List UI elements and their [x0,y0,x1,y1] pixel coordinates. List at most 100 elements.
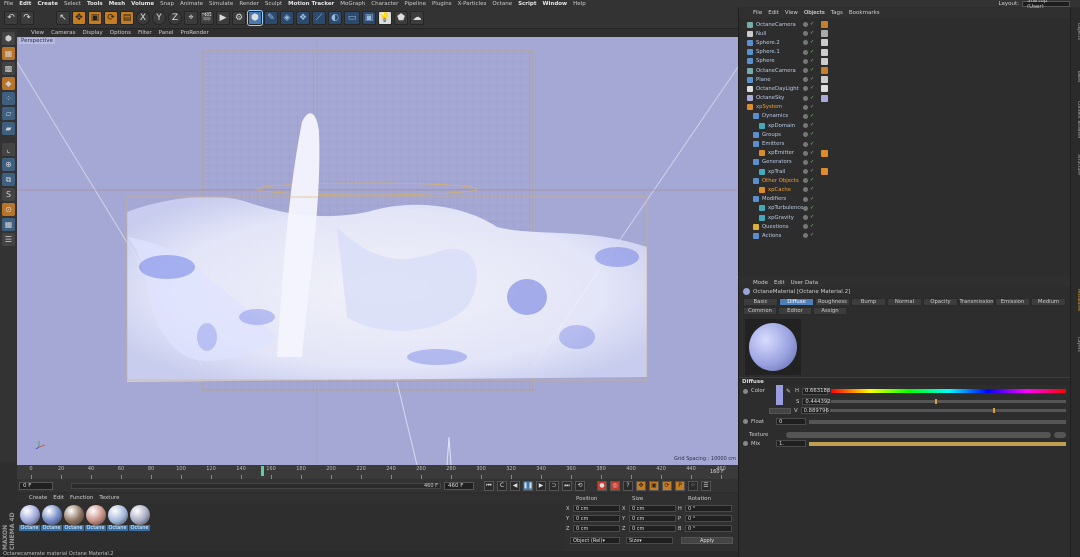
visibility-flags[interactable]: ✓ [803,58,815,64]
tab-opacity[interactable]: Opacity [923,298,958,306]
viewport-menu-cameras[interactable]: Cameras [51,30,75,36]
next-key-icon[interactable]: ⊃ [549,480,559,491]
axis-mode-icon[interactable]: ⌞ [2,143,15,156]
object-row[interactable]: Actions ✓ [739,231,1070,240]
deformer-icon[interactable]: ⟋ [312,10,326,25]
object-tag-icon[interactable] [821,149,828,157]
object-row[interactable]: xpDomain ✓ [739,121,1070,130]
menu-animate[interactable]: Animate [180,1,203,7]
right-tab-takes[interactable]: Takes [1071,56,1080,96]
menu-mograph[interactable]: MoGraph [340,1,365,7]
object-row[interactable]: Modifiers ✓ [739,195,1070,204]
visibility-flags[interactable]: ✓ [803,40,815,46]
render-view-icon[interactable]: 🎬 [200,10,214,25]
tab-editor[interactable]: Editor [778,307,812,315]
visibility-flags[interactable]: ✓ [803,233,815,239]
object-row[interactable]: Questions ✓ [739,222,1070,231]
visibility-flags[interactable]: ✓ [803,150,815,156]
viewport-menu-display[interactable]: Display [83,30,103,36]
frame-range-slider[interactable]: 460 F [71,482,441,489]
parameter-key-icon[interactable]: P [675,480,685,491]
menu-volume[interactable]: Volume [131,1,154,7]
right-tab-layers[interactable]: Layers [1071,324,1080,364]
material-menu-function[interactable]: Function [70,495,93,501]
object-menu-file[interactable]: File [753,10,762,16]
tab-basic[interactable]: Basic [743,298,778,306]
previous-key-icon[interactable]: C [497,480,507,491]
menu-mesh[interactable]: Mesh [109,1,125,7]
visibility-flags[interactable]: ✓ [803,113,815,119]
texture-menu-button[interactable] [1054,431,1066,438]
object-menu-objects[interactable]: Objects [804,10,825,16]
viewport-menu-options[interactable]: Options [110,30,131,36]
rotate-tool-icon[interactable]: ⟳ [104,10,118,25]
size-field[interactable]: 0 cm [629,505,676,512]
object-row[interactable]: xpCache ✓ [739,185,1070,194]
material-thumbnail[interactable]: Octane [85,505,106,535]
visibility-flags[interactable]: ✓ [803,169,815,175]
menu-sculpt[interactable]: Sculpt [265,1,282,7]
z-axis-icon[interactable]: Z [168,10,182,25]
value-slider[interactable] [829,408,1066,413]
texture-slot[interactable] [786,431,1051,438]
model-mode-icon[interactable]: ▦ [2,47,15,60]
cube-icon[interactable]: ⬢ [247,9,263,26]
object-row[interactable]: Other Objects ✓ [739,176,1070,185]
texture-mode-icon[interactable]: ▩ [2,62,15,75]
octane-icon[interactable]: ⬟ [394,10,408,25]
object-row[interactable]: OctaneCamera ✓ [739,20,1070,29]
rotation-field[interactable]: 0 ° [685,525,732,532]
make-editable-icon[interactable]: ⬢ [2,32,15,45]
object-tag-icon[interactable] [821,85,828,93]
material-thumbnail[interactable]: Octane [129,505,150,535]
object-tag-icon[interactable] [821,168,828,176]
size-field[interactable]: 0 cm [629,525,676,532]
menu-edit[interactable]: Edit [19,1,31,7]
visibility-flags[interactable]: ✓ [803,159,815,165]
tab-roughness[interactable]: Roughness [815,298,850,306]
menu-snap[interactable]: Snap [160,1,174,7]
keyframe-selection-icon[interactable]: ? [623,480,633,491]
visibility-flags[interactable]: ✓ [803,31,815,37]
visibility-flags[interactable]: ✓ [803,215,815,221]
menu-simulate[interactable]: Simulate [209,1,233,7]
right-tab-structure[interactable]: Structure [1071,144,1080,184]
object-row[interactable]: xpEmitter ✓ [739,149,1070,158]
go-to-end-icon[interactable]: ⏭ [562,480,572,491]
tab-assign[interactable]: Assign [813,307,847,315]
layout-selector[interactable]: Layout: Startup (User) [998,0,1070,10]
object-row[interactable]: Sphere.2 ✓ [739,38,1070,47]
material-menu-edit[interactable]: Edit [53,495,64,501]
select-tool-icon[interactable]: ↖ [56,10,70,25]
saturation-slider[interactable] [831,399,1066,404]
environment-icon[interactable]: ◐ [328,10,342,25]
position-field[interactable]: 0 cm [573,505,620,512]
object-row[interactable]: xpTrail ✓ [739,167,1070,176]
menu-pipeline[interactable]: Pipeline [404,1,426,7]
visibility-flags[interactable]: ✓ [803,68,815,74]
hue-slider[interactable] [830,389,1066,393]
tweak-icon[interactable]: ⊕ [2,158,15,171]
menu-tools[interactable]: Tools [87,1,103,7]
object-row[interactable]: OctaneSky ✓ [739,94,1070,103]
object-row[interactable]: xpSystem ✓ [739,103,1070,112]
object-row[interactable]: Sphere.1 ✓ [739,48,1070,57]
play-icon[interactable]: ❚❚ [523,480,533,491]
max-frame-field[interactable]: 460 F [444,481,474,490]
menu-character[interactable]: Character [371,1,398,7]
tab-common[interactable]: Common [743,307,777,315]
object-tag-icon[interactable] [821,21,828,29]
attribute-menu-edit[interactable]: Edit [774,280,785,286]
object-menu-view[interactable]: View [785,10,798,16]
visibility-flags[interactable]: ✓ [803,141,815,147]
tab-emission[interactable]: Emission [995,298,1030,306]
material-thumbnail[interactable]: Octane [19,505,40,535]
viewport[interactable]: Perspective Grid Spacing : 10000 cm [17,37,738,465]
object-tag-icon[interactable] [821,30,828,38]
visibility-flags[interactable]: ✓ [803,77,815,83]
mix-field[interactable]: 1. [776,440,806,447]
object-row[interactable]: xpGravity ✓ [739,213,1070,222]
undo-icon[interactable]: ↶ [4,10,18,25]
viewport-menu-prorender[interactable]: ProRender [181,30,209,36]
edges-mode-icon[interactable]: ▱ [2,107,15,120]
